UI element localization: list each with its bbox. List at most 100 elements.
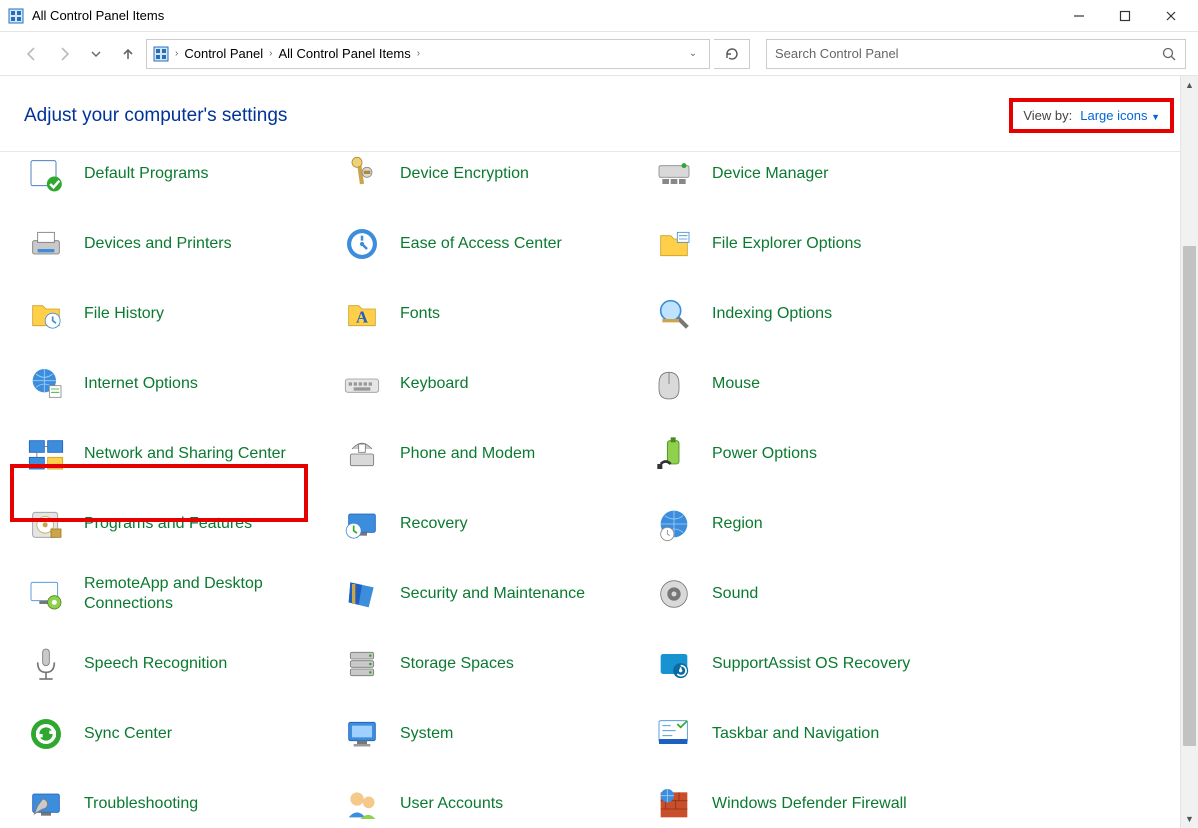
- control-panel-item-security-maintenance[interactable]: Security and Maintenance: [334, 568, 646, 620]
- control-panel-item-supportassist[interactable]: SupportAssist OS Recovery: [646, 638, 1170, 690]
- user-accounts-icon: [338, 780, 386, 828]
- device-encryption-icon: [338, 150, 386, 198]
- control-panel-item-taskbar-nav[interactable]: Taskbar and Navigation: [646, 708, 1170, 760]
- control-panel-item-remoteapp[interactable]: RemoteApp and Desktop Connections: [18, 568, 334, 620]
- control-panel-item-file-explorer-options[interactable]: File Explorer Options: [646, 218, 1170, 270]
- file-explorer-options-icon: [650, 220, 698, 268]
- control-panel-item-label: Windows Defender Firewall: [712, 794, 907, 814]
- control-panel-item-device-manager[interactable]: Device Manager: [646, 148, 1170, 200]
- defender-firewall-icon: [650, 780, 698, 828]
- control-panel-item-label: Security and Maintenance: [400, 584, 585, 604]
- control-panel-item-label: Devices and Printers: [84, 234, 232, 254]
- control-panel-item-label: File History: [84, 304, 164, 324]
- security-maintenance-icon: [338, 570, 386, 618]
- breadcrumb-item[interactable]: All Control Panel Items: [278, 46, 410, 61]
- back-button[interactable]: [18, 40, 46, 68]
- control-panel-item-indexing-options[interactable]: Indexing Options: [646, 288, 1170, 340]
- sync-center-icon: [22, 710, 70, 758]
- storage-spaces-icon: [338, 640, 386, 688]
- control-panel-item-speech[interactable]: Speech Recognition: [18, 638, 334, 690]
- chevron-right-icon[interactable]: ›: [175, 48, 178, 59]
- scroll-down-button[interactable]: ▼: [1181, 810, 1198, 828]
- control-panel-item-ease-of-access[interactable]: Ease of Access Center: [334, 218, 646, 270]
- control-panel-item-file-history[interactable]: File History: [18, 288, 334, 340]
- control-panel-item-label: User Accounts: [400, 794, 503, 814]
- control-panel-item-default-programs[interactable]: Default Programs: [18, 148, 334, 200]
- devices-printers-icon: [22, 220, 70, 268]
- control-panel-item-devices-printers[interactable]: Devices and Printers: [18, 218, 334, 270]
- taskbar-nav-icon: [650, 710, 698, 758]
- phone-modem-icon: [338, 430, 386, 478]
- control-panel-item-system[interactable]: System: [334, 708, 646, 760]
- control-panel-item-recovery[interactable]: Recovery: [334, 498, 646, 550]
- control-panel-item-label: Device Encryption: [400, 164, 529, 184]
- ease-of-access-icon: [338, 220, 386, 268]
- control-panel-item-user-accounts[interactable]: User Accounts: [334, 778, 646, 828]
- control-panel-item-label: Indexing Options: [712, 304, 832, 324]
- minimize-button[interactable]: [1056, 0, 1102, 32]
- control-panel-item-label: Region: [712, 514, 763, 534]
- control-panel-item-troubleshooting[interactable]: Troubleshooting: [18, 778, 334, 828]
- maximize-button[interactable]: [1102, 0, 1148, 32]
- recovery-icon: [338, 500, 386, 548]
- control-panel-item-defender-firewall[interactable]: Windows Defender Firewall: [646, 778, 1170, 828]
- recent-locations-button[interactable]: [82, 40, 110, 68]
- network-sharing-icon: [22, 430, 70, 478]
- mouse-icon: [650, 360, 698, 408]
- control-panel-item-label: Taskbar and Navigation: [712, 724, 879, 744]
- control-panel-item-label: Storage Spaces: [400, 654, 514, 674]
- file-history-icon: [22, 290, 70, 338]
- control-panel-item-storage-spaces[interactable]: Storage Spaces: [334, 638, 646, 690]
- address-dropdown-button[interactable]: ⌄: [681, 48, 705, 59]
- scroll-thumb[interactable]: [1183, 246, 1196, 746]
- control-panel-item-programs-features[interactable]: Programs and Features: [18, 498, 334, 550]
- forward-button[interactable]: [50, 40, 78, 68]
- control-panel-item-fonts[interactable]: AFonts: [334, 288, 646, 340]
- control-panel-item-keyboard[interactable]: Keyboard: [334, 358, 646, 410]
- device-manager-icon: [650, 150, 698, 198]
- control-panel-item-sync-center[interactable]: Sync Center: [18, 708, 334, 760]
- svg-text:A: A: [356, 307, 368, 326]
- control-panel-item-device-encryption[interactable]: Device Encryption: [334, 148, 646, 200]
- internet-options-icon: [22, 360, 70, 408]
- control-panel-item-label: Sound: [712, 584, 758, 604]
- control-panel-item-label: Sync Center: [84, 724, 172, 744]
- breadcrumb-item[interactable]: Control Panel: [184, 46, 263, 61]
- caret-down-icon: ▼: [1151, 112, 1160, 122]
- control-panel-item-label: Phone and Modem: [400, 444, 535, 464]
- vertical-scrollbar[interactable]: ▲ ▼: [1180, 76, 1198, 828]
- control-panel-item-label: Device Manager: [712, 164, 829, 184]
- content-area: Adjust your computer's settings View by:…: [0, 76, 1198, 828]
- control-panel-item-label: Power Options: [712, 444, 817, 464]
- titlebar: All Control Panel Items: [0, 0, 1198, 32]
- page-title: Adjust your computer's settings: [24, 105, 287, 127]
- control-panel-item-internet-options[interactable]: Internet Options: [18, 358, 334, 410]
- control-panel-item-label: Mouse: [712, 374, 760, 394]
- control-panel-item-network-sharing[interactable]: Network and Sharing Center: [18, 428, 334, 480]
- address-bar[interactable]: › Control Panel › All Control Panel Item…: [146, 39, 710, 69]
- up-button[interactable]: [114, 40, 142, 68]
- viewby-highlight: View by: Large icons ▼: [1009, 98, 1174, 133]
- control-panel-item-label: Ease of Access Center: [400, 234, 562, 254]
- refresh-button[interactable]: [714, 39, 750, 69]
- control-panel-item-mouse[interactable]: Mouse: [646, 358, 1170, 410]
- chevron-right-icon[interactable]: ›: [417, 48, 420, 59]
- control-panel-item-label: Internet Options: [84, 374, 198, 394]
- search-input[interactable]: Search Control Panel: [766, 39, 1186, 69]
- troubleshooting-icon: [22, 780, 70, 828]
- scroll-up-button[interactable]: ▲: [1181, 76, 1198, 94]
- heading-row: Adjust your computer's settings View by:…: [0, 76, 1198, 152]
- control-panel-item-label: RemoteApp and Desktop Connections: [84, 574, 314, 614]
- control-panel-item-phone-modem[interactable]: Phone and Modem: [334, 428, 646, 480]
- close-button[interactable]: [1148, 0, 1194, 32]
- region-icon: [650, 500, 698, 548]
- chevron-right-icon[interactable]: ›: [269, 48, 272, 59]
- control-panel-item-power-options[interactable]: Power Options: [646, 428, 1170, 480]
- control-panel-item-label: System: [400, 724, 453, 744]
- keyboard-icon: [338, 360, 386, 408]
- default-programs-icon: [22, 150, 70, 198]
- viewby-dropdown[interactable]: Large icons ▼: [1080, 108, 1160, 123]
- control-panel-item-sound[interactable]: Sound: [646, 568, 1170, 620]
- control-panel-item-region[interactable]: Region: [646, 498, 1170, 550]
- power-options-icon: [650, 430, 698, 478]
